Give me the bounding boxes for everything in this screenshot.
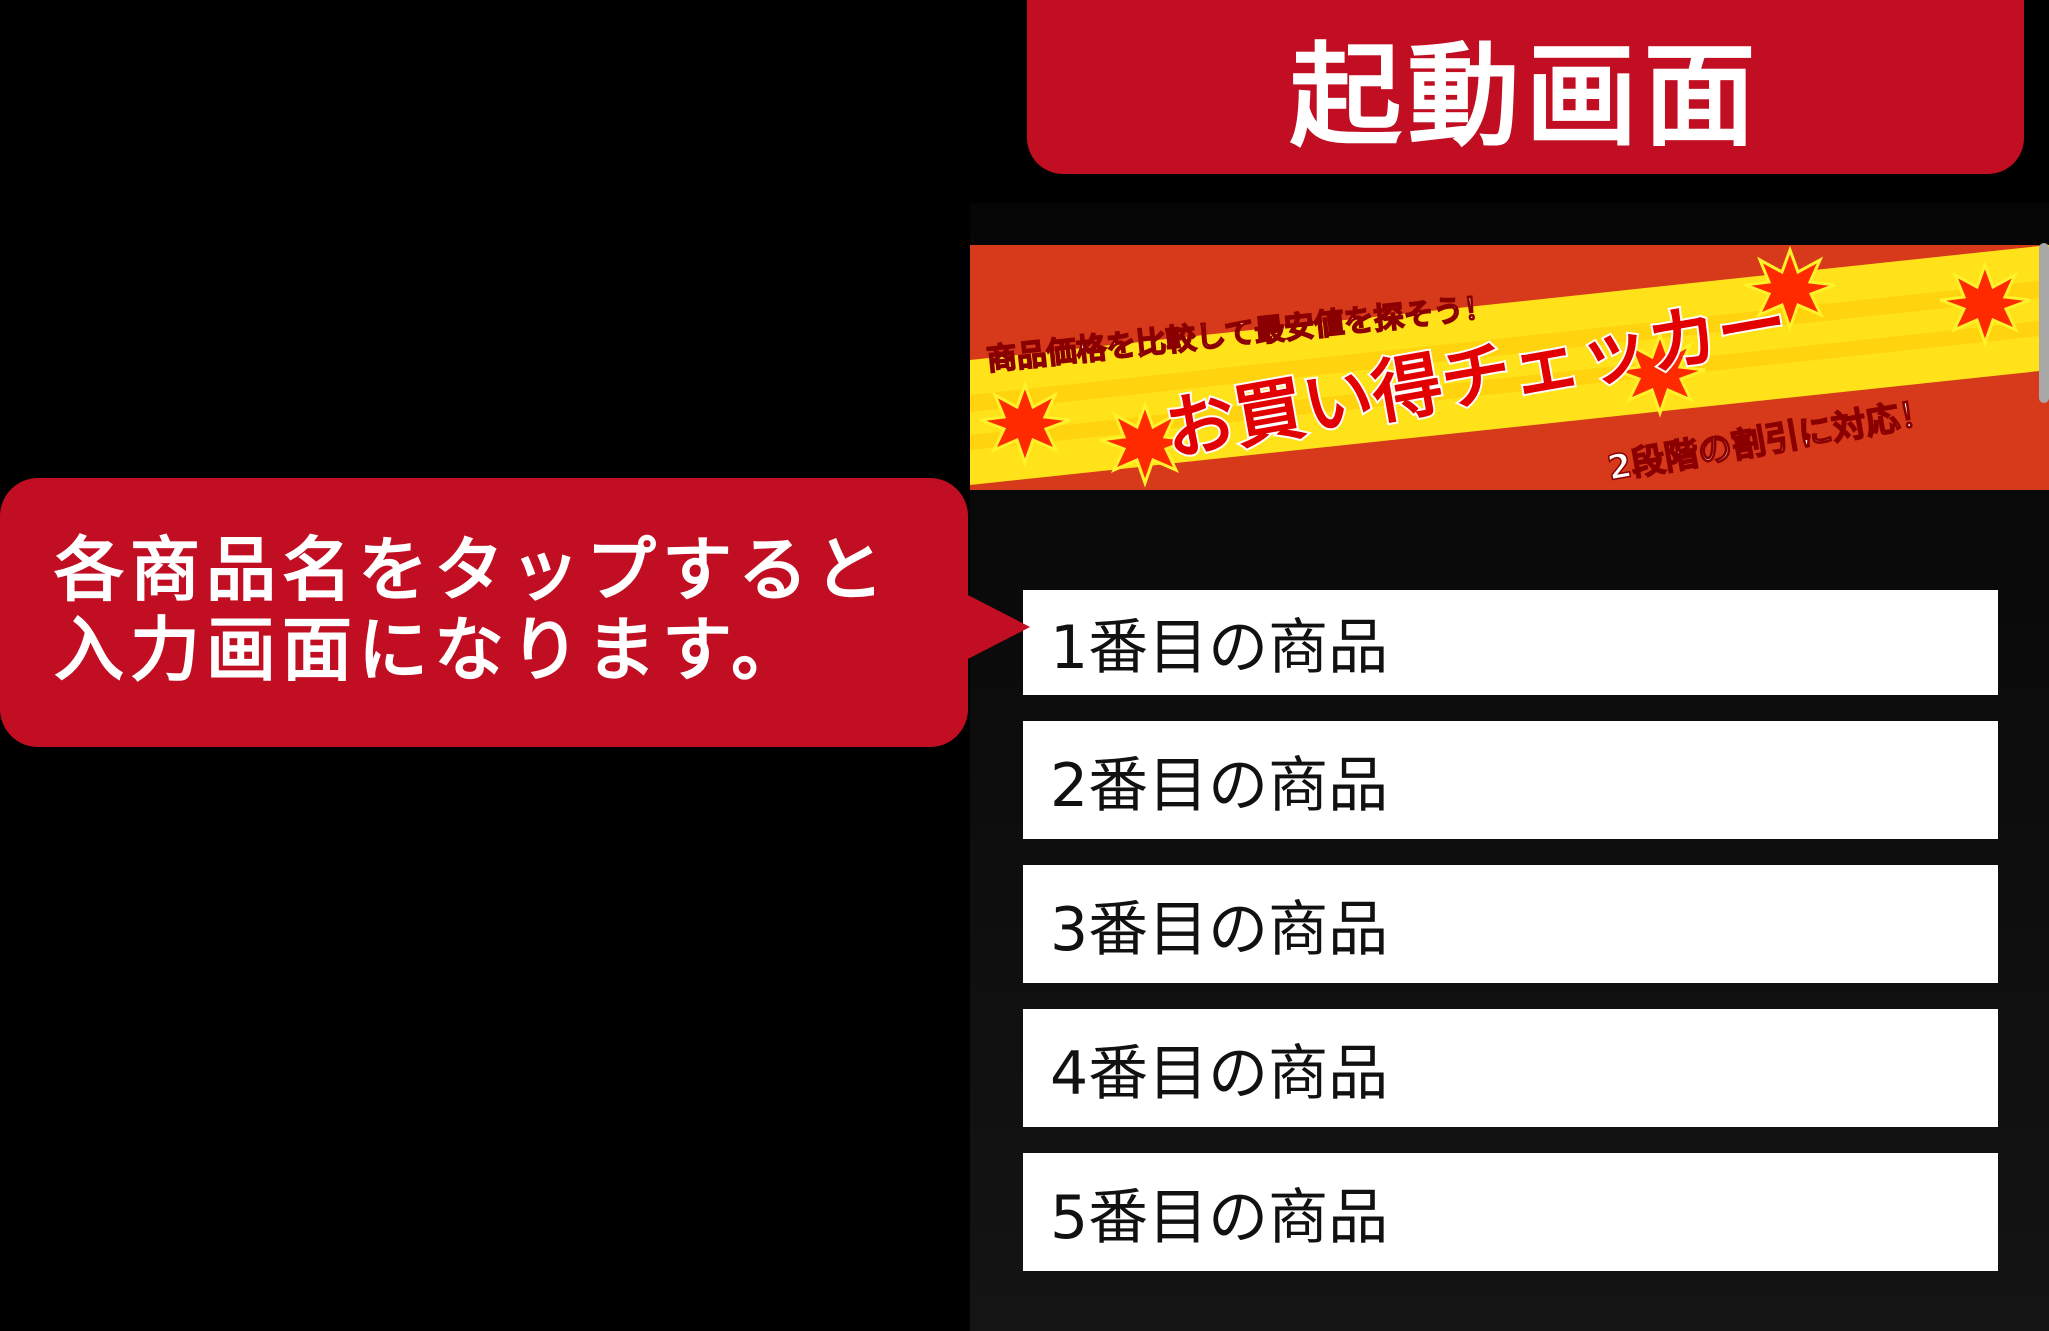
scrollbar[interactable]	[2039, 243, 2049, 403]
callout-text: 各商品名をタップすると 入力画面になります。	[54, 530, 954, 690]
product-item-2[interactable]: 2番目の商品	[1023, 721, 1998, 839]
product-item-5[interactable]: 5番目の商品	[1023, 1153, 1998, 1271]
product-item-3[interactable]: 3番目の商品	[1023, 865, 1998, 983]
product-item-1[interactable]: 1番目の商品	[1023, 590, 1998, 695]
product-item-4[interactable]: 4番目の商品	[1023, 1009, 1998, 1127]
app-header-banner: 商品価格を比較して最安値を探そう！ お買い得チェッカー 2段階の割引に対応！	[970, 245, 2049, 490]
callout-line-1: 各商品名をタップすると	[54, 529, 890, 611]
phone-screen: 商品価格を比較して最安値を探そう！ お買い得チェッカー 2段階の割引に対応！ 1…	[970, 203, 2049, 1331]
title-banner: 起動画面	[1027, 0, 2024, 174]
page-title: 起動画面	[1289, 32, 1762, 162]
callout-pointer	[962, 592, 1030, 662]
banner-graphic: 商品価格を比較して最安値を探そう！ お買い得チェッカー 2段階の割引に対応！	[970, 245, 2049, 490]
callout-line-2: 入力画面になります。	[54, 609, 807, 691]
